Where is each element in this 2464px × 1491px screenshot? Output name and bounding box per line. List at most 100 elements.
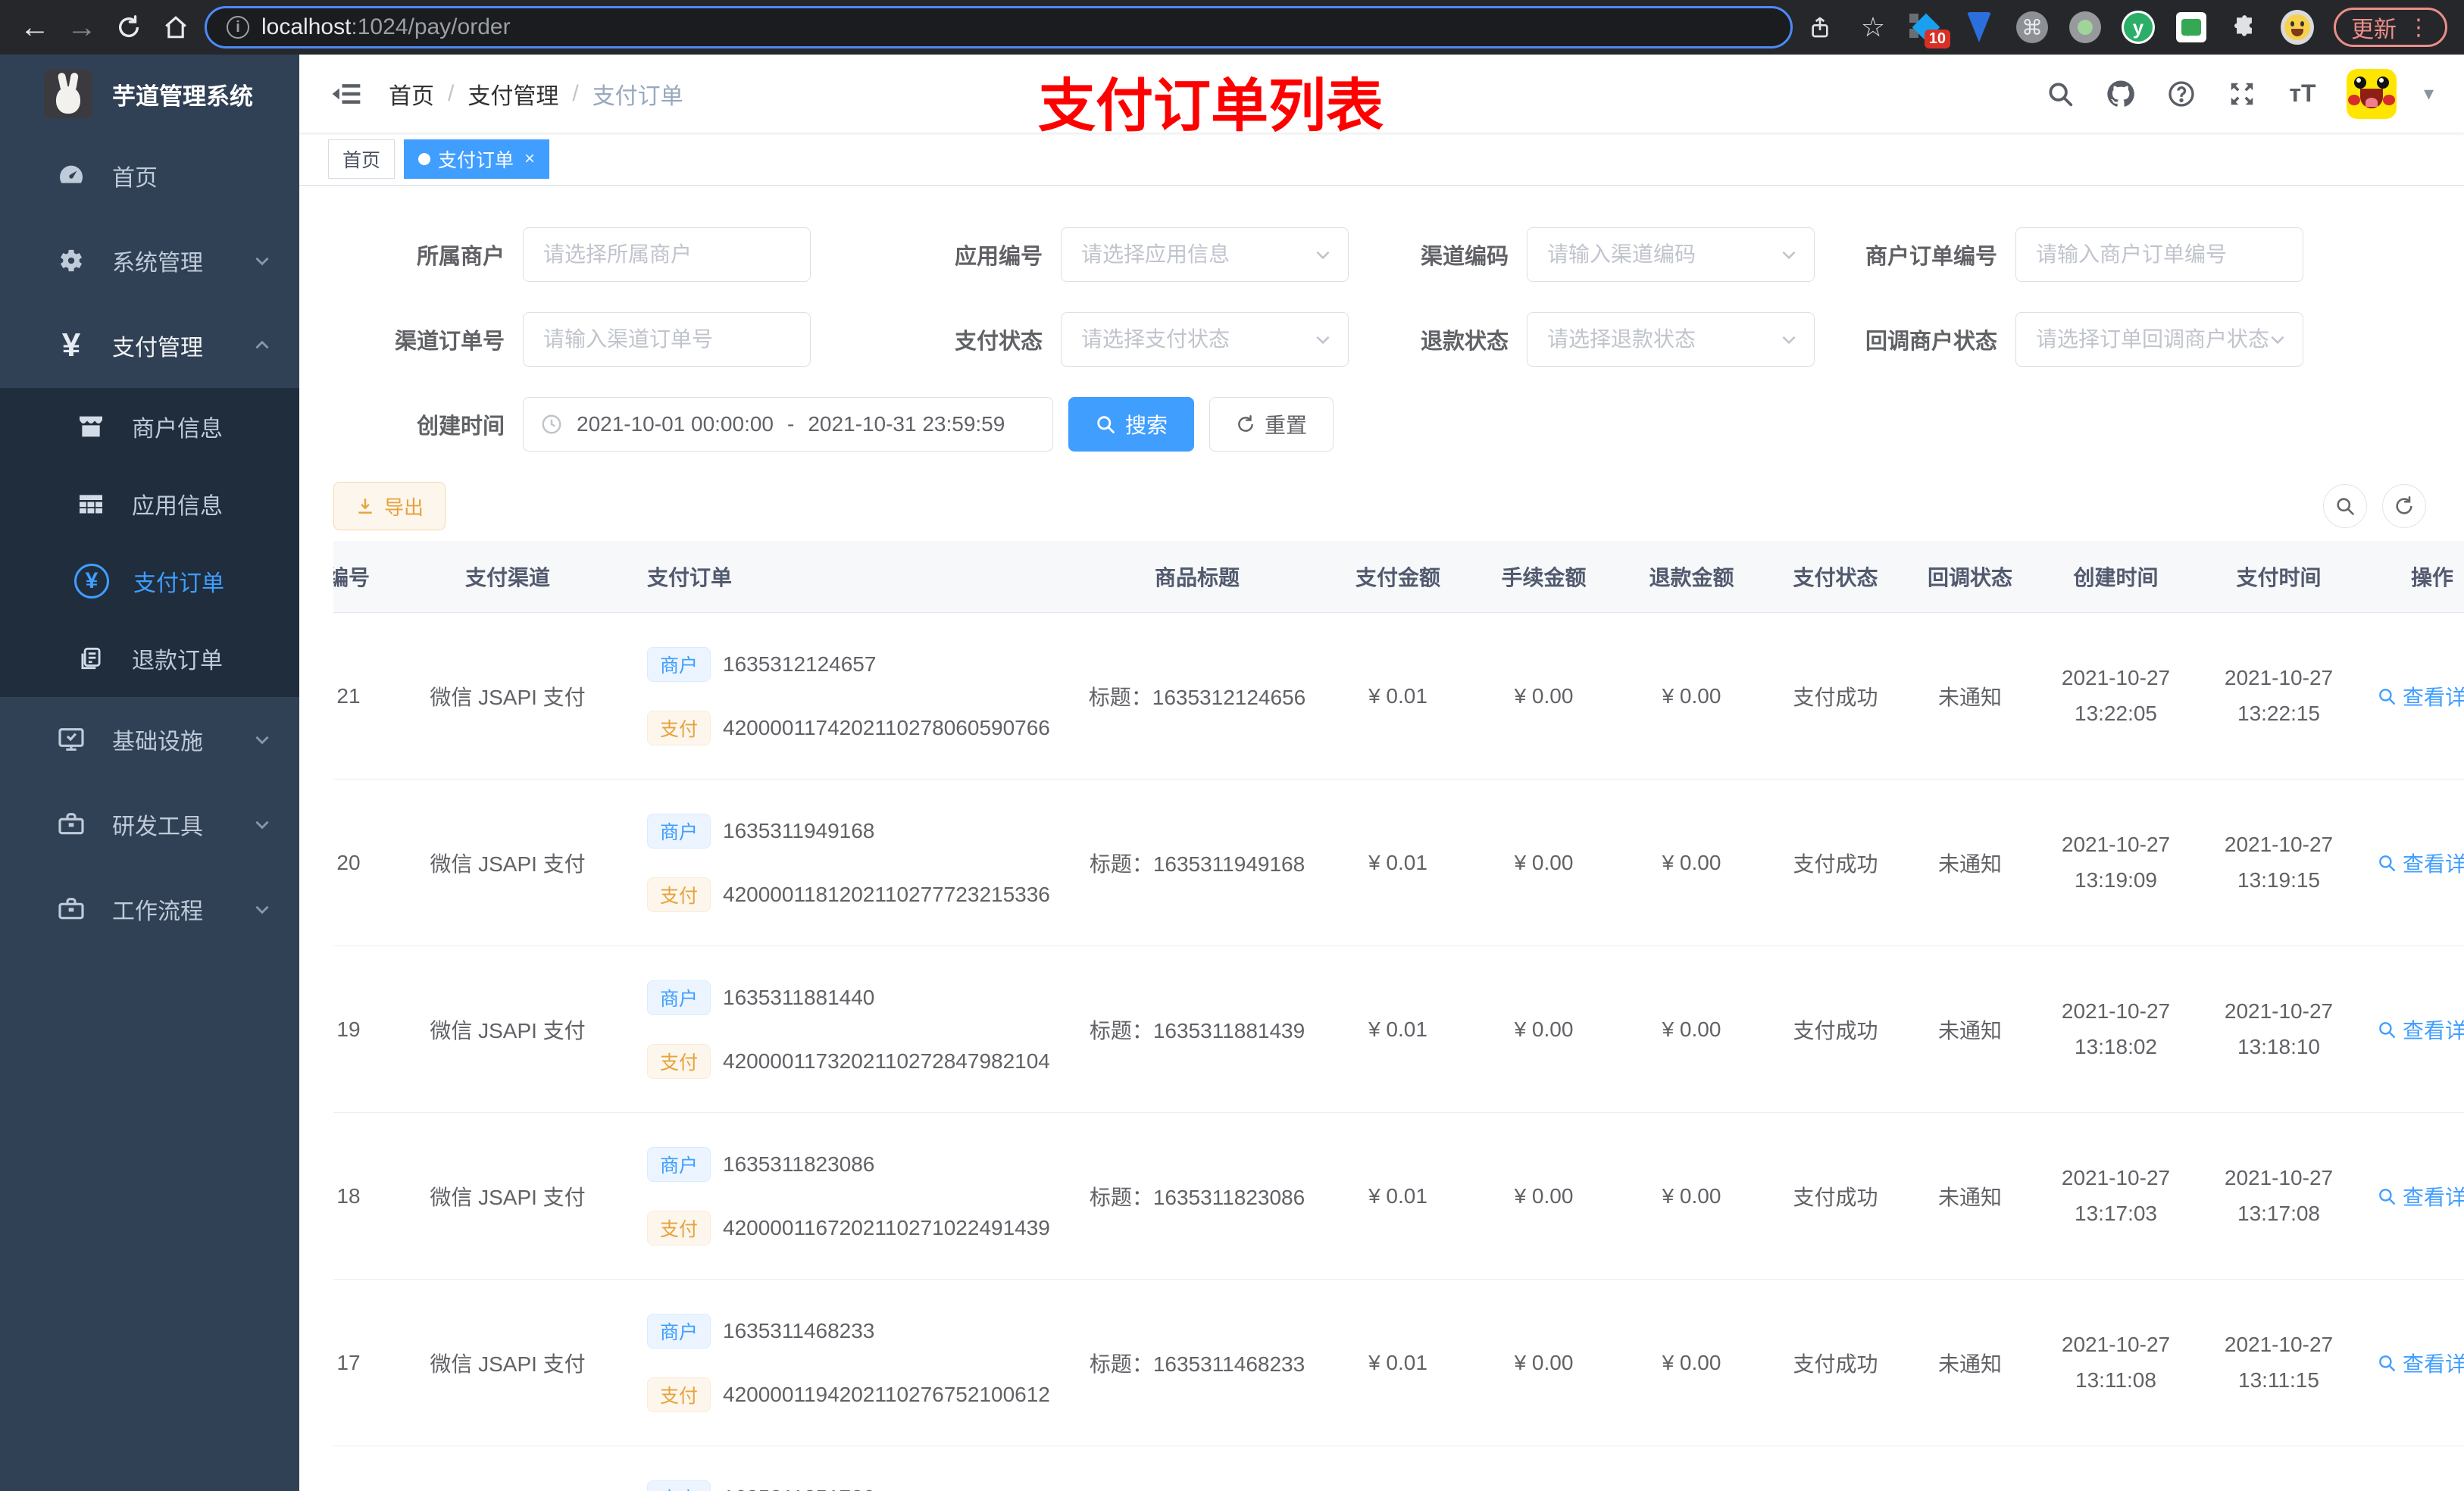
- app-select[interactable]: [1061, 227, 1349, 282]
- time: 13:17:03: [2075, 1201, 2157, 1225]
- time: 13:19:09: [2075, 867, 2157, 892]
- cell-amount: ¥ 0.01: [1368, 1183, 1427, 1208]
- view-detail-link[interactable]: 查看详情: [2377, 1348, 2464, 1378]
- share-icon[interactable]: [1803, 11, 1837, 44]
- extensions-puzzle-icon[interactable]: [2228, 11, 2261, 44]
- breadcrumb-home[interactable]: 首页: [389, 77, 434, 111]
- chat-icon: [2176, 12, 2206, 42]
- merchant-order-field[interactable]: [2016, 228, 2303, 281]
- search-icon: [2379, 855, 2395, 871]
- browser-update-button[interactable]: 更新 ⋮: [2334, 8, 2447, 47]
- toggle-search-button[interactable]: [2323, 484, 2367, 528]
- extension-kite-icon[interactable]: [1962, 11, 1996, 44]
- url-text: localhost:1024/pay/order: [261, 14, 511, 40]
- sidebar-item-label: 系统管理: [112, 251, 203, 276]
- monitor-icon: [55, 723, 88, 756]
- extension-chat-icon[interactable]: [2175, 11, 2208, 44]
- filter-label: 支付状态: [954, 330, 1043, 354]
- sidebar-item-pay-order[interactable]: ¥ 支付订单: [0, 542, 299, 620]
- chevron-down-icon: [1782, 251, 1796, 260]
- browser-reload-button[interactable]: [111, 9, 147, 45]
- sidebar-item-system[interactable]: 系统管理: [0, 218, 299, 303]
- fullscreen-icon[interactable]: [2225, 77, 2259, 111]
- view-detail-link[interactable]: 查看详情: [2377, 681, 2464, 711]
- sidebar-item-home[interactable]: 首页: [0, 133, 299, 218]
- app-select-field[interactable]: [1062, 228, 1348, 281]
- y-circle-icon: y: [2122, 11, 2155, 44]
- browser-home-button[interactable]: [158, 9, 194, 45]
- browser-forward-button[interactable]: →: [64, 9, 100, 45]
- refund-status-select[interactable]: [1527, 312, 1815, 367]
- cell-amount: ¥ 0.01: [1368, 850, 1427, 874]
- active-dot-icon: [418, 152, 431, 165]
- channel-order-field[interactable]: [524, 313, 810, 366]
- view-detail-label: 查看详情: [2402, 1352, 2464, 1376]
- address-bar[interactable]: i localhost:1024/pay/order: [205, 6, 1793, 48]
- merchant-order-input[interactable]: [2015, 227, 2303, 282]
- sidebar-item-infrastructure[interactable]: 基础设施: [0, 697, 299, 782]
- filter-label: 渠道编码: [1420, 245, 1509, 269]
- browser-back-button[interactable]: ←: [17, 9, 53, 45]
- date-start: 2021-10-01 00:00:00: [577, 412, 774, 436]
- extension-tasks-icon[interactable]: 10: [1909, 11, 1950, 48]
- search-icon[interactable]: [2043, 77, 2077, 111]
- date-range-picker[interactable]: 2021-10-01 00:00:00 - 2021-10-31 23:59:5…: [523, 397, 1053, 452]
- browser-profile-avatar[interactable]: [2281, 10, 2314, 45]
- date: 2021-10-27: [2224, 999, 2334, 1024]
- extension-command-icon[interactable]: ⌘: [2015, 11, 2049, 44]
- pay-status-field[interactable]: [1062, 313, 1348, 366]
- sidebar-item-refund-order[interactable]: 退款订单: [0, 620, 299, 697]
- command-icon: ⌘: [2016, 11, 2048, 43]
- sidebar-item-payment[interactable]: ¥ 支付管理: [0, 303, 299, 388]
- pay-status-select[interactable]: [1061, 312, 1349, 367]
- cell-order: 商户 1635311881440 支付 4200001173202110272847…: [629, 980, 1068, 1079]
- user-avatar-pikachu[interactable]: [2346, 68, 2397, 119]
- refresh-table-button[interactable]: [2382, 484, 2426, 528]
- owner-input-field[interactable]: [524, 228, 810, 281]
- notify-status-select[interactable]: [2015, 312, 2303, 367]
- sidebar-item-label: 工作流程: [112, 899, 203, 924]
- help-icon[interactable]: [2165, 77, 2198, 111]
- cell-pay-time: 2021-10-27 13:18:10: [2197, 998, 2360, 1061]
- filter-app: 应用编号: [826, 227, 1349, 282]
- extension-y-icon[interactable]: y: [2122, 11, 2155, 44]
- channel-code-select[interactable]: [1527, 227, 1815, 282]
- url-path: :1024/pay/order: [351, 14, 511, 39]
- view-detail-link[interactable]: 查看详情: [2377, 1181, 2464, 1211]
- table-header: 编号 支付渠道 支付订单 商品标题 支付金额 手续金额 退款金额 支付状态 回调…: [333, 541, 2464, 613]
- tag-close-icon[interactable]: ×: [524, 148, 535, 170]
- cell-create-time: 2021-10-27 13:18:02: [2034, 998, 2197, 1061]
- refund-status-field[interactable]: [1527, 313, 1814, 366]
- table-row: 17 微信 JSAPI 支付 商户 1635311468233 支付 4200001…: [333, 1280, 2464, 1446]
- cell-create-time: 2021-10-27 13:11:08: [2034, 1331, 2197, 1394]
- tag-home[interactable]: 首页: [328, 139, 396, 179]
- extension-recorder-icon[interactable]: [2068, 11, 2102, 44]
- site-info-icon[interactable]: i: [227, 16, 249, 39]
- notify-status-field[interactable]: [2016, 313, 2303, 366]
- sidebar-item-label: 基础设施: [112, 730, 203, 755]
- sidebar-item-merchant-info[interactable]: 商户信息: [0, 388, 299, 465]
- font-size-icon[interactable]: ᴛT: [2286, 77, 2319, 111]
- channel-order-input[interactable]: [523, 312, 811, 367]
- export-button[interactable]: 导出: [333, 482, 446, 530]
- breadcrumb-section[interactable]: 支付管理: [467, 77, 558, 111]
- search-button[interactable]: 搜索: [1068, 397, 1195, 452]
- hamburger-fold-icon[interactable]: [330, 77, 363, 111]
- owner-input[interactable]: [523, 227, 811, 282]
- github-icon[interactable]: [2104, 77, 2137, 111]
- tag-pay-order[interactable]: 支付订单 ×: [404, 139, 550, 179]
- bookmark-star-icon[interactable]: ☆: [1856, 11, 1890, 44]
- sidebar-item-dev-tools[interactable]: 研发工具: [0, 782, 299, 867]
- view-detail-link[interactable]: 查看详情: [2377, 848, 2464, 878]
- avatar-caret-icon[interactable]: ▾: [2424, 82, 2434, 105]
- reset-button[interactable]: 重置: [1209, 397, 1334, 452]
- sidebar-item-workflow[interactable]: 工作流程: [0, 867, 299, 952]
- channel-code-field[interactable]: [1527, 228, 1814, 281]
- browser-menu-dots-icon[interactable]: ⋮: [2407, 14, 2430, 41]
- date: 2021-10-27: [2061, 999, 2171, 1024]
- sidebar-item-app-info[interactable]: 应用信息: [0, 465, 299, 542]
- sidebar-logo[interactable]: 芋道管理系统: [0, 55, 299, 133]
- view-detail-link[interactable]: 查看详情: [2377, 1014, 2464, 1045]
- cell-title: 标题：1635311823086: [1089, 1185, 1305, 1209]
- merchant-tag: 商户: [647, 813, 711, 849]
